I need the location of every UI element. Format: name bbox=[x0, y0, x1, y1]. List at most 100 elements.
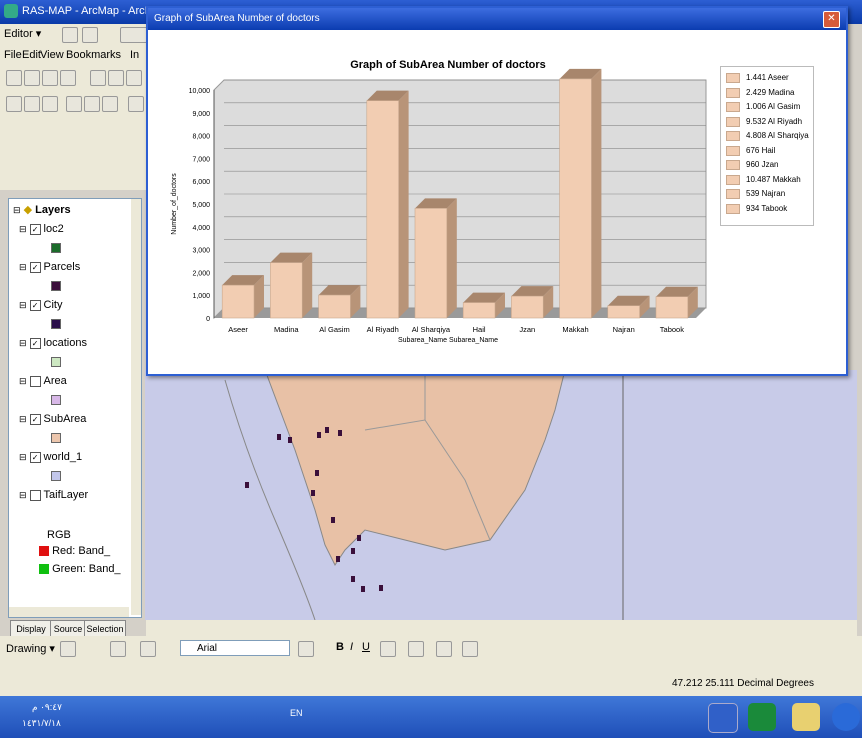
collapse-icon[interactable]: ⊟ bbox=[19, 262, 27, 272]
toc-layer-row[interactable]: ⊟ ✓ Parcels bbox=[19, 261, 80, 273]
editor-menu[interactable]: Editor ▾ bbox=[4, 27, 41, 40]
italic-icon[interactable]: I bbox=[350, 641, 353, 653]
bar bbox=[462, 302, 496, 319]
font-size-select[interactable] bbox=[298, 641, 314, 657]
menu-file[interactable]: File bbox=[4, 49, 22, 61]
menu-edit[interactable]: Edit bbox=[22, 49, 41, 61]
browser-icon[interactable] bbox=[832, 703, 860, 731]
toc-layer-row[interactable]: ⊟ ✓ City bbox=[19, 299, 63, 311]
y-tick-label: 4,000 bbox=[192, 225, 210, 232]
select-elements-icon[interactable] bbox=[60, 641, 76, 657]
delete-icon[interactable] bbox=[126, 70, 142, 86]
menu-view[interactable]: View bbox=[40, 49, 64, 61]
font-name-select[interactable]: Arial bbox=[180, 640, 290, 656]
text-icon[interactable] bbox=[140, 641, 156, 657]
collapse-icon[interactable]: ⊟ bbox=[19, 338, 27, 348]
pencil-icon[interactable] bbox=[82, 27, 98, 43]
legend-entry: 960 Jzan bbox=[726, 160, 778, 170]
layers-root[interactable]: ⊟ ◆ Layers bbox=[13, 203, 71, 216]
identify-icon[interactable] bbox=[102, 96, 118, 112]
cut-icon[interactable] bbox=[90, 70, 106, 86]
bar-side bbox=[302, 252, 313, 318]
menu-insert[interactable]: In bbox=[130, 49, 139, 61]
layer-visibility-checkbox[interactable]: ✓ bbox=[29, 261, 41, 273]
rectangle-icon[interactable] bbox=[110, 641, 126, 657]
toc-layer-row[interactable]: ⊟ ✓ SubArea bbox=[19, 413, 86, 425]
layer-name: locations bbox=[43, 337, 87, 349]
open-icon[interactable] bbox=[24, 70, 40, 86]
underline-icon[interactable]: U bbox=[362, 641, 370, 653]
legend-label: 1.441 Aseer bbox=[746, 73, 789, 83]
collapse-icon[interactable]: ⊟ bbox=[13, 205, 21, 215]
pan-icon[interactable] bbox=[42, 96, 58, 112]
graph-window-titlebar[interactable]: Graph of SubArea Number of doctors ✕ bbox=[148, 8, 846, 30]
collapse-icon[interactable]: ⊟ bbox=[19, 452, 27, 462]
quick-launch-icons[interactable] bbox=[100, 708, 280, 724]
band-green-label: Green: Band_ bbox=[52, 563, 121, 575]
folder-icon[interactable] bbox=[792, 703, 820, 731]
font-color-icon[interactable] bbox=[380, 641, 396, 657]
map-view[interactable] bbox=[145, 370, 857, 620]
layers-header: Layers bbox=[35, 204, 71, 216]
new-icon[interactable] bbox=[6, 70, 22, 86]
copy-icon[interactable] bbox=[108, 70, 124, 86]
graph-window[interactable]: Graph of SubArea Number of doctors ✕ Gra… bbox=[146, 6, 848, 376]
layer-symbol bbox=[51, 395, 61, 405]
bold-icon[interactable]: B bbox=[336, 641, 344, 653]
toc-hscrollbar[interactable] bbox=[9, 607, 129, 617]
clock-time: ٠٩:٤٧ م bbox=[32, 702, 62, 712]
fill-color-icon[interactable] bbox=[408, 641, 424, 657]
layer-visibility-checkbox[interactable]: ✓ bbox=[29, 299, 41, 311]
find-icon[interactable] bbox=[128, 96, 144, 112]
layer-visibility-checkbox[interactable]: ✓ bbox=[29, 451, 41, 463]
chart-legend: 1.441 Aseer 2.429 Madina 1.006 Al Gasim 9.5… bbox=[720, 66, 814, 226]
legend-entry: 1.441 Aseer bbox=[726, 73, 789, 83]
collapse-icon[interactable]: ⊟ bbox=[19, 490, 27, 500]
red-swatch bbox=[39, 546, 49, 557]
toc-layer-row[interactable]: ⊟ ✓ locations bbox=[19, 337, 87, 349]
collapse-icon[interactable]: ⊟ bbox=[19, 224, 27, 234]
x-tick-label: Al Gasim bbox=[319, 325, 349, 334]
bar bbox=[221, 284, 255, 319]
collapse-icon[interactable]: ⊟ bbox=[19, 376, 27, 386]
collapse-icon[interactable]: ⊟ bbox=[19, 414, 27, 424]
legend-label: 4.808 Al Sharqiya bbox=[746, 131, 809, 141]
collapse-icon[interactable]: ⊟ bbox=[19, 300, 27, 310]
bar bbox=[366, 100, 399, 319]
legend-swatch bbox=[726, 102, 740, 112]
word-icon[interactable] bbox=[708, 703, 738, 733]
menu-bookmarks[interactable]: Bookmarks bbox=[66, 49, 121, 61]
map-hscrollbar[interactable] bbox=[146, 620, 857, 636]
drawing-menu[interactable]: Drawing ▾ bbox=[6, 642, 55, 655]
print-icon[interactable] bbox=[60, 70, 76, 86]
legend-label: 539 Najran bbox=[746, 189, 786, 199]
select-icon[interactable] bbox=[84, 96, 100, 112]
task-dropdown[interactable] bbox=[120, 27, 148, 43]
layer-name: loc2 bbox=[43, 223, 64, 235]
language-indicator[interactable]: EN bbox=[290, 708, 303, 718]
close-icon[interactable]: ✕ bbox=[823, 11, 840, 28]
zoom-in-icon[interactable] bbox=[6, 96, 22, 112]
zoom-out-icon[interactable] bbox=[24, 96, 40, 112]
toc-layer-row[interactable]: ⊟ ✓ loc2 bbox=[19, 223, 64, 235]
arcmap-taskbar-icon[interactable] bbox=[748, 703, 776, 731]
y-tick-label: 10,000 bbox=[189, 88, 211, 95]
x-tick-label: Jzan bbox=[519, 325, 535, 334]
toc-layer-row[interactable]: ⊟ ✓ world_1 bbox=[19, 451, 82, 463]
full-extent-icon[interactable] bbox=[66, 96, 82, 112]
layer-visibility-checkbox[interactable]: ✓ bbox=[29, 413, 41, 425]
sketch-tool-icon[interactable] bbox=[62, 27, 78, 43]
layer-visibility-checkbox[interactable] bbox=[29, 489, 41, 501]
marker-color-icon[interactable] bbox=[462, 641, 478, 657]
line-color-icon[interactable] bbox=[436, 641, 452, 657]
save-icon[interactable] bbox=[42, 70, 58, 86]
legend-entry: 4.808 Al Sharqiya bbox=[726, 131, 809, 141]
toc-scrollbar[interactable] bbox=[131, 199, 141, 615]
layer-visibility-checkbox[interactable] bbox=[29, 375, 41, 387]
legend-entry: 2.429 Madina bbox=[726, 87, 794, 98]
y-axis-label: Number_of_doctors bbox=[171, 173, 178, 235]
layer-visibility-checkbox[interactable]: ✓ bbox=[29, 223, 41, 235]
toc-layer-row[interactable]: ⊟ TaifLayer bbox=[19, 489, 88, 501]
toc-layer-row[interactable]: ⊟ Area bbox=[19, 375, 67, 387]
layer-visibility-checkbox[interactable]: ✓ bbox=[29, 337, 41, 349]
